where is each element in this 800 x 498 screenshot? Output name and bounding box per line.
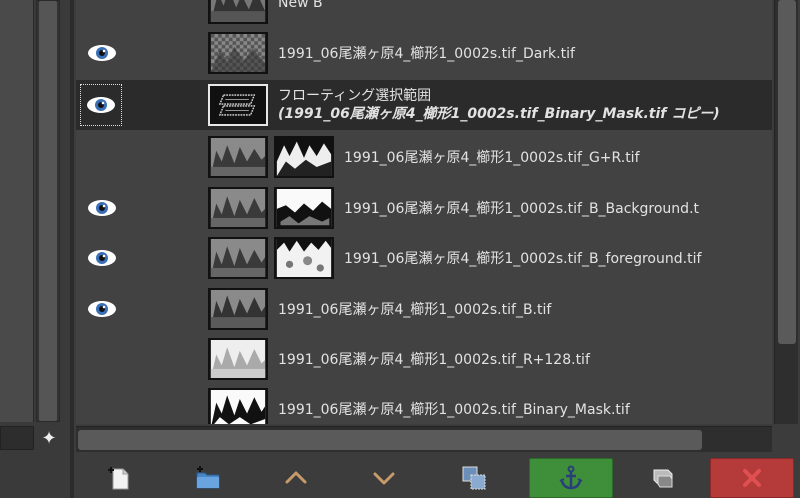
layer-mask-thumbnail[interactable] [274,187,334,229]
new-layer-icon [108,467,129,490]
layer-mask-thumbnail[interactable] [274,237,334,279]
eye-icon[interactable] [82,193,122,223]
raise-layer-icon [285,471,307,484]
eye-icon[interactable] [80,84,122,126]
layer-thumbnail[interactable] [208,32,268,74]
layer-thumbnail[interactable] [208,338,268,380]
layers-vertical-scrollbar[interactable] [774,0,798,424]
left-panel [0,0,34,422]
layer-thumbnail[interactable] [208,288,268,330]
layer-row[interactable]: 1991_06尾瀬ヶ原4_櫛形1_0002s.tif_Binary_Mask.t… [76,384,772,424]
new-layer-button[interactable] [78,458,162,498]
layer-name[interactable]: 1991_06尾瀬ヶ原4_櫛形1_0002s.tif_G+R.tif [344,132,640,182]
eye-icon[interactable] [82,294,122,324]
layer-row-selected[interactable]: フローティング選択範囲 (1991_06尾瀬ヶ原4_櫛形1_0002s.tif_… [76,80,772,130]
raise-layer-button[interactable] [254,458,338,498]
layer-name[interactable]: 1991_06尾瀬ヶ原4_櫛形1_0002s.tif_B_Background.… [344,183,699,233]
left-scrollbar[interactable] [36,0,60,422]
layer-name[interactable]: 1991_06尾瀬ヶ原4_櫛形1_0002s.tif_R+128.tif [278,334,590,384]
sparkle-icon[interactable]: ✦ [38,428,60,450]
horizontal-scrollbar-thumb[interactable] [78,430,702,450]
layer-name-line2: (1991_06尾瀬ヶ原4_櫛形1_0002s.tif_Binary_Mask.… [278,105,720,123]
merge-layer-button[interactable] [622,458,706,498]
eye-icon[interactable] [82,38,122,68]
layer-thumbnail[interactable] [208,187,268,229]
left-scrollbar-thumb[interactable] [39,1,57,421]
eye-icon[interactable] [82,243,122,273]
layer-thumbnail[interactable] [208,0,268,24]
layer-name[interactable]: 1991_06尾瀬ヶ原4_櫛形1_0002s.tif_B.tif [278,284,551,334]
layer-name[interactable]: フローティング選択範囲 (1991_06尾瀬ヶ原4_櫛形1_0002s.tif_… [278,80,720,130]
lower-layer-icon [373,472,395,485]
delete-layer-icon [743,469,761,487]
left-field[interactable] [0,426,34,450]
anchor-layer-button[interactable] [529,458,613,498]
layer-row[interactable]: 1991_06尾瀬ヶ原4_櫛形1_0002s.tif_R+128.tif [76,334,772,384]
layer-thumbnail[interactable] [208,136,268,178]
layers-toolbar [76,454,800,498]
merge-layer-icon [653,469,673,488]
floating-selection-thumbnail[interactable] [208,84,268,126]
layer-row[interactable]: 1991_06尾瀬ヶ原4_櫛形1_0002s.tif_G+R.tif [76,132,772,182]
layer-row[interactable]: 1991_06尾瀬ヶ原4_櫛形1_0002s.tif_B_foreground.… [76,233,772,283]
layer-thumbnail[interactable] [208,237,268,279]
layer-row[interactable]: New B [76,0,772,28]
layer-mask-thumbnail[interactable] [274,136,334,178]
dock-divider[interactable] [70,0,74,498]
delete-layer-button[interactable] [710,458,794,498]
layer-name[interactable]: 1991_06尾瀬ヶ原4_櫛形1_0002s.tif_B_foreground.… [344,233,701,283]
layer-name[interactable]: New B [278,0,323,28]
layer-name-line1: フローティング選択範囲 [278,88,432,104]
layer-row[interactable]: 1991_06尾瀬ヶ原4_櫛形1_0002s.tif_B.tif [76,284,772,334]
duplicate-layer-button[interactable] [432,458,516,498]
vertical-scrollbar-thumb[interactable] [778,0,796,344]
lower-layer-button[interactable] [342,458,426,498]
layer-row[interactable]: 1991_06尾瀬ヶ原4_櫛形1_0002s.tif_B_Background.… [76,183,772,233]
duplicate-layer-icon [462,466,486,490]
anchor-layer-icon [559,465,583,490]
layer-name[interactable]: 1991_06尾瀬ヶ原4_櫛形1_0002s.tif_Dark.tif [278,28,575,78]
layers-horizontal-scrollbar[interactable] [76,426,772,452]
new-layer-group-icon [196,466,220,489]
layer-name-source: (1991_06尾瀬ヶ原4_櫛形1_0002s.tif_Binary_Mask.… [278,106,667,122]
layer-thumbnail[interactable] [208,388,268,424]
left-dock: ✦ [0,0,74,498]
new-layer-group-button[interactable] [166,458,250,498]
layer-name[interactable]: 1991_06尾瀬ヶ原4_櫛形1_0002s.tif_Binary_Mask.t… [278,384,630,424]
layer-row[interactable]: 1991_06尾瀬ヶ原4_櫛形1_0002s.tif_Dark.tif [76,28,772,78]
layers-list: New B 1991_06尾瀬ヶ原4_櫛形1_0002s.tif_Dark.ti… [76,0,772,424]
layer-name-suffix: コピー) [666,106,720,122]
